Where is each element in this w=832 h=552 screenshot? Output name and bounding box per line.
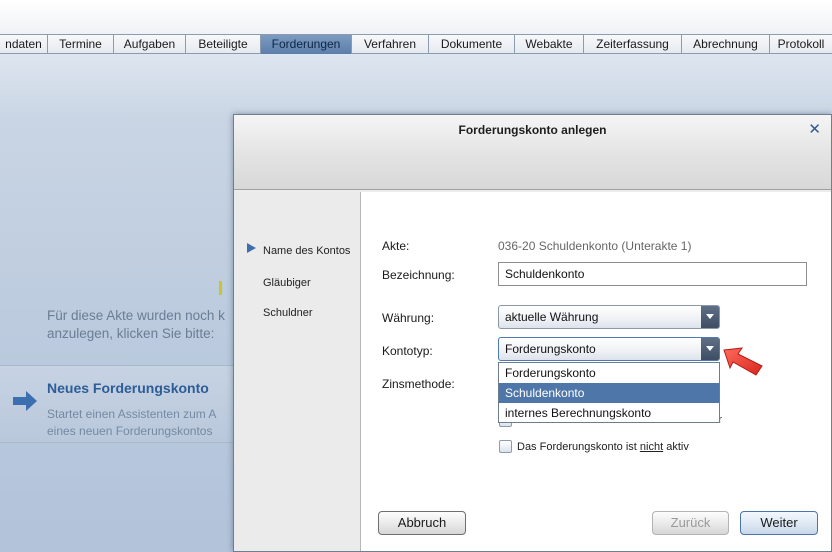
dialog-title: Forderungskonto anlegen: [458, 123, 607, 137]
tab-forderungen[interactable]: Forderungen: [261, 35, 352, 54]
waehrung-select[interactable]: aktuelle Währung: [498, 305, 720, 329]
kontotyp-label: Kontotyp:: [382, 344, 433, 358]
current-step-icon: [247, 243, 256, 253]
tab-bar: ndaten Termine Aufgaben Beteiligte Forde…: [0, 34, 832, 54]
step-name-des-kontos[interactable]: Name des Kontos: [263, 245, 350, 257]
option-forderungskonto[interactable]: Forderungskonto: [499, 363, 719, 383]
chevron-down-icon[interactable]: [701, 306, 719, 328]
inactive-label-pre: Das Forderungskonto ist: [517, 441, 640, 453]
inactive-label: Das Forderungskonto ist nicht aktiv: [517, 441, 689, 453]
kontotyp-dropdown-list: Forderungskonto Schuldenkonto internes B…: [498, 362, 720, 423]
bezeichnung-input[interactable]: Schuldenkonto: [498, 262, 807, 286]
close-icon[interactable]: ✕: [808, 122, 821, 137]
info-line-1: Für diese Akte wurden noch k: [47, 308, 225, 323]
tab-aufgaben[interactable]: Aufgaben: [114, 35, 186, 54]
tab-webakte[interactable]: Webakte: [515, 35, 584, 54]
waehrung-label: Währung:: [382, 311, 435, 325]
pointer-arrow-icon: [723, 347, 763, 376]
inactive-checkbox[interactable]: [499, 440, 512, 453]
dialog-header: Forderungskonto anlegen ✕: [234, 115, 831, 190]
zinsmethode-label: Zinsmethode:: [382, 377, 455, 391]
kontotyp-value: Forderungskonto: [505, 342, 596, 356]
tab-abrechnung[interactable]: Abrechnung: [682, 35, 770, 54]
tab-zeiterfassung[interactable]: Zeiterfassung: [584, 35, 682, 54]
arrow-right-icon: [13, 391, 37, 411]
option-internes-berechnungskonto[interactable]: internes Berechnungskonto: [499, 403, 719, 423]
info-line-2: anzulegen, klicken Sie bitte:: [47, 326, 215, 341]
chevron-down-icon[interactable]: [701, 338, 719, 360]
step-schuldner[interactable]: Schuldner: [263, 307, 313, 319]
next-button[interactable]: Weiter: [740, 511, 818, 535]
new-account-title[interactable]: Neues Forderungskonto: [47, 380, 209, 396]
create-account-dialog: Forderungskonto anlegen ✕ Name des Konto…: [233, 114, 832, 552]
step-glaeubiger[interactable]: Gläubiger: [263, 277, 311, 289]
kontotyp-select[interactable]: Forderungskonto: [498, 337, 720, 361]
new-account-desc-line-2: eines neuen Forderungskontos: [47, 424, 213, 438]
new-account-desc-line-1: Startet einen Assistenten zum A: [47, 407, 217, 421]
new-account-description: Startet einen Assistenten zum A eines ne…: [47, 406, 237, 440]
tab-dokumente[interactable]: Dokumente: [429, 35, 515, 54]
new-account-panel[interactable]: Neues Forderungskonto Startet einen Assi…: [0, 365, 240, 443]
info-text: Für diese Akte wurden noch k anzulegen, …: [47, 307, 247, 343]
tab-beteiligte[interactable]: Beteiligte: [186, 35, 261, 54]
waehrung-value: aktuelle Währung: [505, 310, 599, 324]
inactive-label-post: aktiv: [663, 441, 689, 453]
top-strip: [0, 0, 832, 34]
bezeichnung-label: Bezeichnung:: [382, 268, 455, 282]
tab-termine[interactable]: Termine: [48, 35, 114, 54]
option-schuldenkonto[interactable]: Schuldenkonto: [499, 383, 719, 403]
inactive-label-underline: nicht: [639, 441, 664, 453]
indicator-mark: [219, 281, 222, 295]
back-button[interactable]: Zurück: [652, 511, 729, 535]
tab-verfahren[interactable]: Verfahren: [352, 35, 429, 54]
tab-stammdaten[interactable]: ndaten: [0, 35, 48, 54]
tab-protokoll[interactable]: Protokoll: [770, 35, 832, 54]
akte-value: 036-20 Schuldenkonto (Unterakte 1): [498, 239, 692, 253]
cancel-button[interactable]: Abbruch: [378, 511, 466, 535]
akte-label: Akte:: [382, 239, 410, 253]
